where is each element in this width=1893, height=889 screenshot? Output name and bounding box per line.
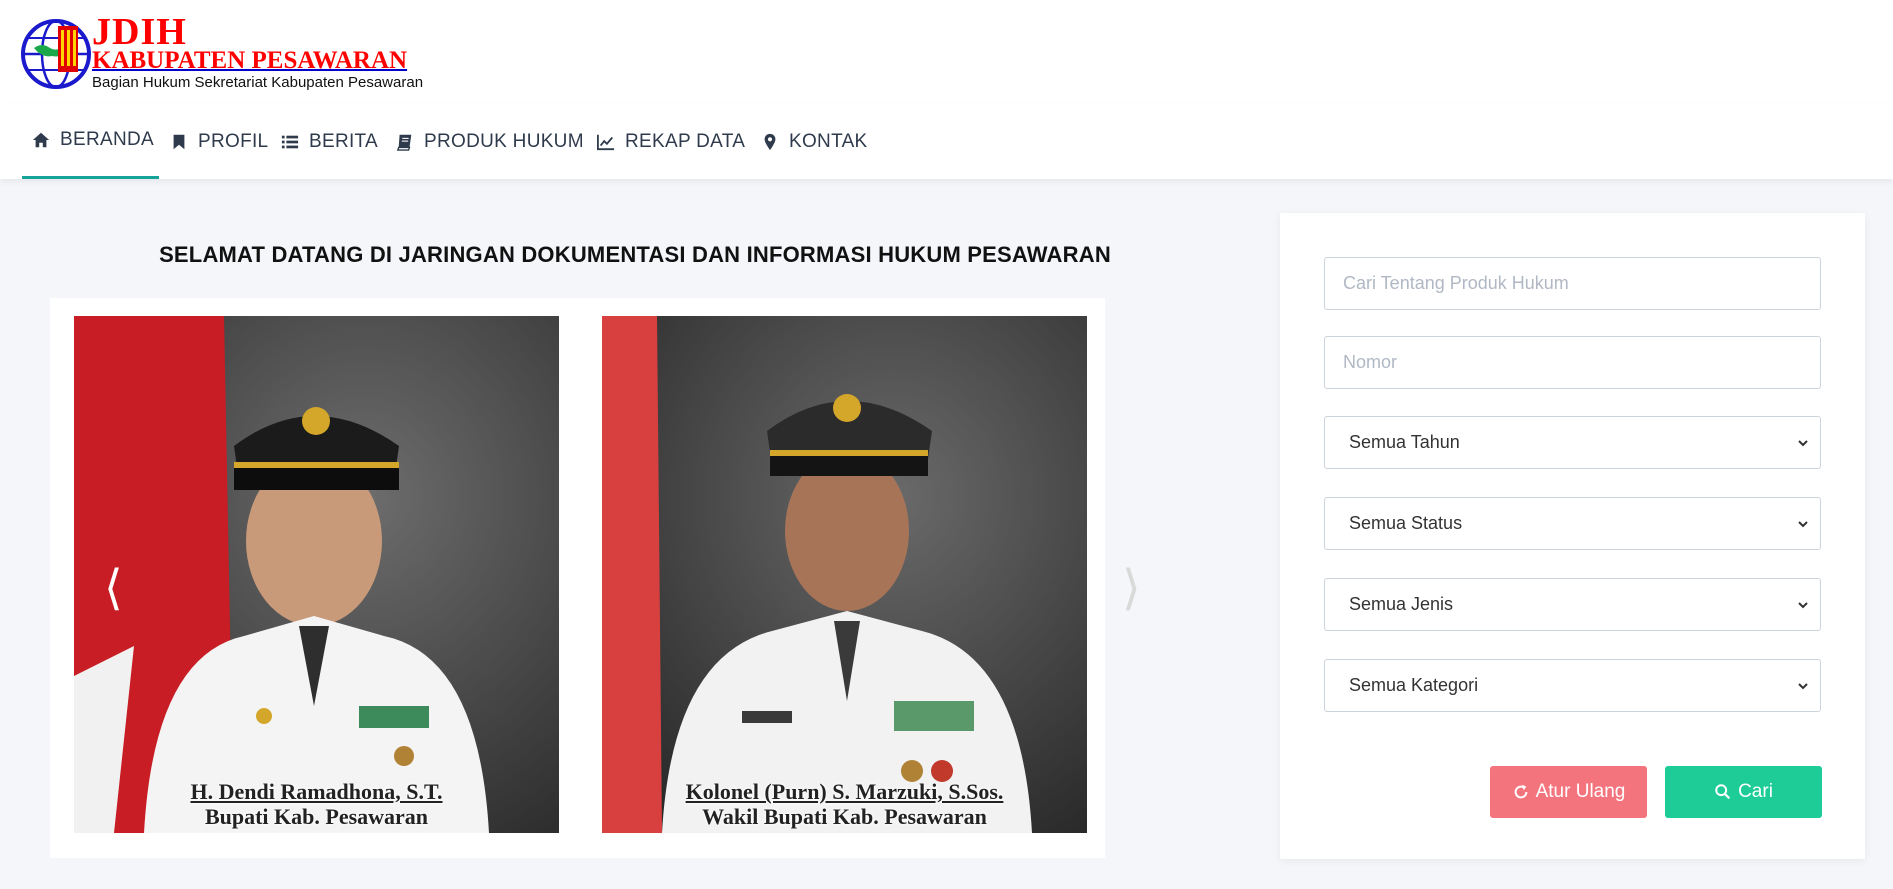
carousel-next-icon[interactable]: ⟩ bbox=[1122, 560, 1141, 616]
line-chart-icon bbox=[597, 134, 615, 150]
status-select[interactable]: Semua Status bbox=[1324, 497, 1821, 550]
number-input[interactable] bbox=[1324, 336, 1821, 389]
search-label: Cari bbox=[1738, 781, 1773, 802]
nav-item-kontak[interactable]: KONTAK bbox=[761, 104, 868, 179]
nav-item-berita[interactable]: BERITA bbox=[281, 104, 378, 179]
chevron-down-icon bbox=[1798, 682, 1808, 689]
reset-label: Atur Ulang bbox=[1535, 781, 1626, 802]
chevron-down-icon bbox=[1798, 439, 1808, 446]
slide-name: Kolonel (Purn) S. Marzuki, S.Sos. bbox=[685, 779, 1004, 804]
search-icon bbox=[1715, 784, 1731, 800]
type-select-value: Semua Jenis bbox=[1349, 594, 1454, 614]
nav-label: PROFIL bbox=[198, 130, 269, 152]
portrait-photo bbox=[74, 316, 559, 833]
nav-label: KONTAK bbox=[789, 130, 868, 152]
list-icon bbox=[281, 135, 299, 148]
refresh-icon bbox=[1514, 784, 1527, 799]
nav-label: PRODUK HUKUM bbox=[424, 130, 584, 152]
chevron-down-icon bbox=[1798, 520, 1808, 527]
nav-item-beranda[interactable]: BERANDA bbox=[22, 104, 159, 179]
header: JDIH KABUPATEN PESAWARAN Bagian Hukum Se… bbox=[0, 0, 1893, 104]
portrait-photo bbox=[602, 316, 1087, 833]
year-select[interactable]: Semua Tahun bbox=[1324, 416, 1821, 469]
type-select[interactable]: Semua Jenis bbox=[1324, 578, 1821, 631]
nav-label: REKAP DATA bbox=[625, 130, 746, 152]
reset-button[interactable]: Atur Ulang bbox=[1490, 766, 1647, 818]
globe-logo-icon[interactable] bbox=[20, 18, 92, 90]
status-select-value: Semua Status bbox=[1349, 513, 1463, 533]
nav-label: BERANDA bbox=[60, 129, 154, 150]
category-select[interactable]: Semua Kategori bbox=[1324, 659, 1821, 712]
nav-item-profil[interactable]: PROFIL bbox=[170, 104, 268, 179]
search-input[interactable] bbox=[1324, 257, 1821, 310]
slide-role: Bupati Kab. Pesawaran bbox=[204, 804, 429, 829]
search-button[interactable]: Cari bbox=[1665, 766, 1822, 818]
main-nav: BERANDA PROFIL BERITA PRODUK HUKUM REKAP… bbox=[0, 104, 1893, 179]
slide-portrait-bupati: H. Dendi Ramadhona, S.T. Bupati Kab. Pes… bbox=[74, 316, 559, 833]
logo-title[interactable]: JDIH bbox=[92, 13, 187, 51]
carousel-prev-icon[interactable]: ⟨ bbox=[104, 560, 123, 616]
nav-item-produk-hukum[interactable]: PRODUK HUKUM bbox=[396, 104, 584, 179]
year-select-value: Semua Tahun bbox=[1349, 432, 1460, 452]
book-icon bbox=[396, 134, 412, 151]
map-marker-icon bbox=[764, 133, 776, 150]
category-select-value: Semua Kategori bbox=[1349, 675, 1479, 695]
welcome-heading: SELAMAT DATANG DI JARINGAN DOKUMENTASI D… bbox=[159, 242, 1111, 267]
chevron-down-icon bbox=[1798, 601, 1808, 608]
logo-subtitle[interactable]: KABUPATEN PESAWARAN bbox=[92, 48, 407, 74]
slide-portrait-wakil-bupati: Kolonel (Purn) S. Marzuki, S.Sos. Wakil … bbox=[602, 316, 1087, 833]
nav-item-rekap-data[interactable]: REKAP DATA bbox=[597, 104, 745, 179]
portrait-carousel: H. Dendi Ramadhona, S.T. Bupati Kab. Pes… bbox=[50, 298, 1141, 858]
search-panel: Semua Tahun Semua Status Semua Jenis Sem… bbox=[1280, 213, 1865, 859]
bookmark-icon bbox=[173, 134, 185, 149]
nav-label: BERITA bbox=[309, 130, 379, 152]
slide-role: Wakil Bupati Kab. Pesawaran bbox=[702, 804, 987, 829]
slide-name: H. Dendi Ramadhona, S.T. bbox=[190, 779, 443, 804]
logo-tagline: Bagian Hukum Sekretariat Kabupaten Pesaw… bbox=[92, 74, 424, 91]
home-icon bbox=[32, 132, 50, 148]
